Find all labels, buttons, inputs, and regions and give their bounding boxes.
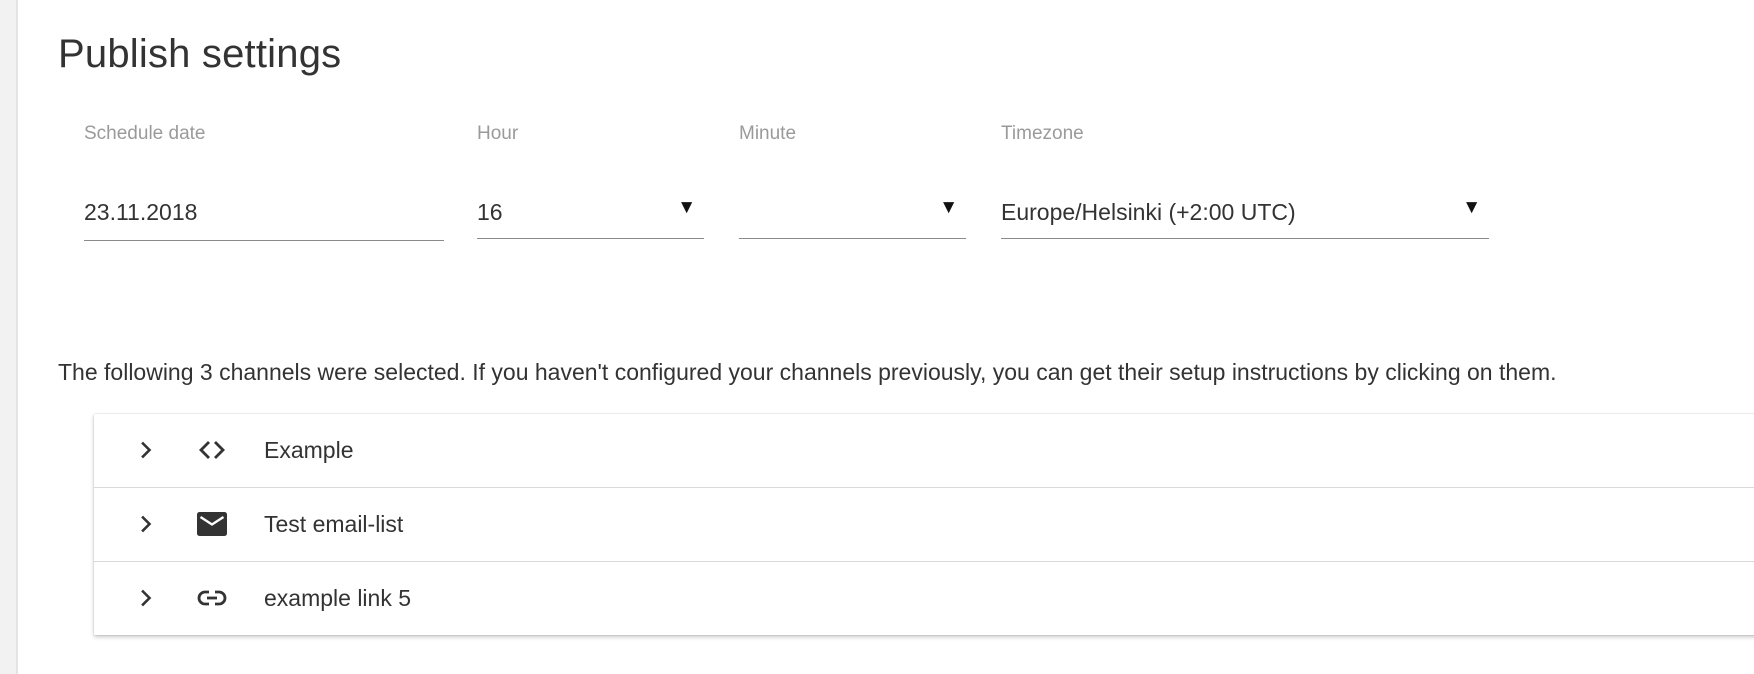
hour-select[interactable]: 16 ▼ [477,195,704,239]
timezone-select[interactable]: Europe/Helsinki (+2:00 UTC) ▼ [1001,195,1489,239]
link-icon [197,590,227,606]
timezone-value: Europe/Helsinki (+2:00 UTC) [1001,199,1296,225]
channel-row-example-link-5[interactable]: example link 5 [94,562,1754,635]
minute-field: Minute ▼ [739,123,966,251]
schedule-date-input[interactable]: 23.11.2018 [84,195,444,241]
hour-value: 16 [477,199,503,225]
schedule-date-field: Schedule date 23.11.2018 [84,123,444,251]
chevron-right-icon[interactable] [134,438,158,462]
dropdown-arrow-icon: ▼ [677,197,696,218]
hour-field: Hour 16 ▼ [477,123,704,251]
channel-name: Test email-list [264,511,404,537]
dropdown-arrow-icon: ▼ [1462,197,1481,218]
minute-label: Minute [739,123,797,144]
hour-label: Hour [477,123,519,144]
schedule-date-value: 23.11.2018 [84,199,198,225]
timezone-label: Timezone [1001,123,1084,144]
page-title: Publish settings [58,32,342,76]
channels-info-text: The following 3 channels were selected. … [58,359,1557,385]
channel-list: Example Test email-list example link 5 [94,414,1754,635]
chevron-right-icon[interactable] [134,512,158,536]
timezone-field: Timezone Europe/Helsinki (+2:00 UTC) ▼ [1001,123,1489,251]
channel-row-example[interactable]: Example [94,414,1754,488]
channel-name: example link 5 [264,585,412,611]
code-icon [199,441,225,459]
channel-name: Example [264,437,354,463]
schedule-date-label: Schedule date [84,123,206,144]
publish-settings-panel: Publish settings Schedule date 23.11.201… [16,0,1754,674]
dropdown-arrow-icon: ▼ [939,197,958,218]
minute-select[interactable]: ▼ [739,195,966,239]
email-icon [197,512,227,536]
channel-row-test-email-list[interactable]: Test email-list [94,488,1754,562]
chevron-right-icon[interactable] [134,586,158,610]
